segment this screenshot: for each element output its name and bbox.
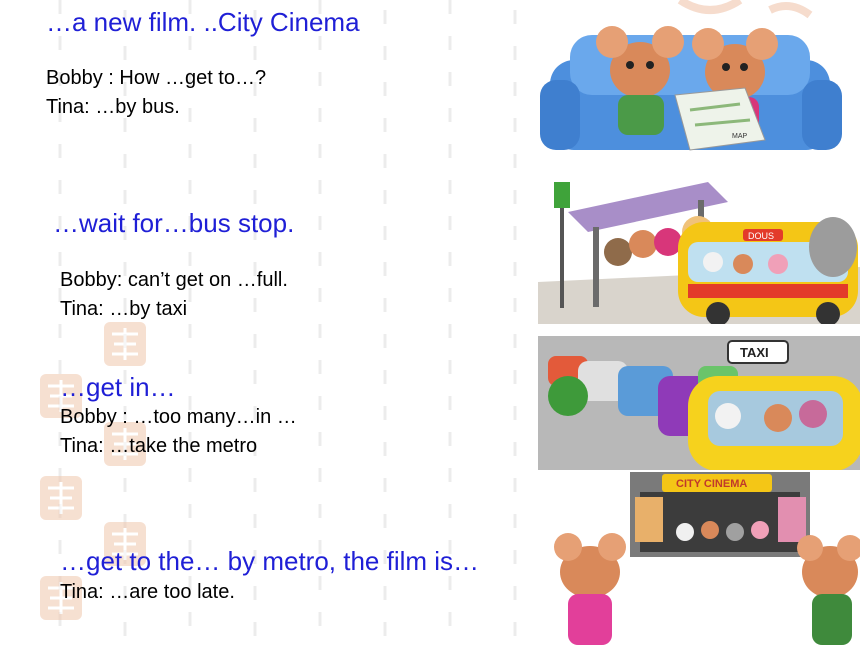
dialogue-line-tina: Tina: …are too late.: [60, 581, 235, 603]
cinema-sign-text: CITY CINEMA: [676, 478, 747, 490]
cinema-illustration: CITY CINEMA: [530, 472, 860, 645]
scene-4-dialogue: Tina: …are too late.: [60, 578, 235, 607]
taxi-illustration: TAXI: [538, 336, 860, 470]
taxi-image: TAXI: [538, 336, 860, 470]
seal-stamp-icon: [40, 476, 82, 520]
bus-sign-text: DOUS: [748, 231, 774, 241]
dialogue-line-tina: Tina: …by taxi: [60, 298, 188, 320]
scene-1-heading: …a new film. ..City Cinema: [46, 7, 360, 37]
sofa-map-image: MAP: [530, 0, 860, 158]
dialogue-line-tina: Tina: …by bus.: [46, 96, 180, 118]
dialogue-line-tina: Tina: …take the metro: [60, 435, 258, 457]
scene-3-heading: …get in…: [60, 372, 176, 402]
scene-2-dialogue: Bobby: can’t get on …full. Tina: …by tax…: [60, 266, 288, 324]
dialogue-line-bobby: Bobby : How …get to…?: [46, 67, 267, 89]
scene-4-heading: …get to the… by metro, the film is…: [60, 546, 480, 576]
sofa-map-illustration: MAP: [530, 0, 860, 158]
map-label: MAP: [732, 133, 748, 140]
scene-3-dialogue: Bobby : …too many…in … Tina: …take the m…: [60, 403, 297, 461]
cinema-image: CITY CINEMA: [530, 472, 860, 645]
taxi-sign-text: TAXI: [740, 345, 769, 360]
scene-2-heading: …wait for…bus stop.: [53, 208, 295, 238]
bus-stop-image: DOUS: [538, 172, 860, 324]
dialogue-line-bobby: Bobby : …too many…in …: [60, 406, 297, 428]
bus-stop-illustration: DOUS: [538, 172, 860, 324]
seal-stamp-icon: [104, 322, 146, 366]
dialogue-line-bobby: Bobby: can’t get on …full.: [60, 269, 288, 291]
scene-1-dialogue: Bobby : How …get to…? Tina: …by bus.: [46, 64, 266, 122]
